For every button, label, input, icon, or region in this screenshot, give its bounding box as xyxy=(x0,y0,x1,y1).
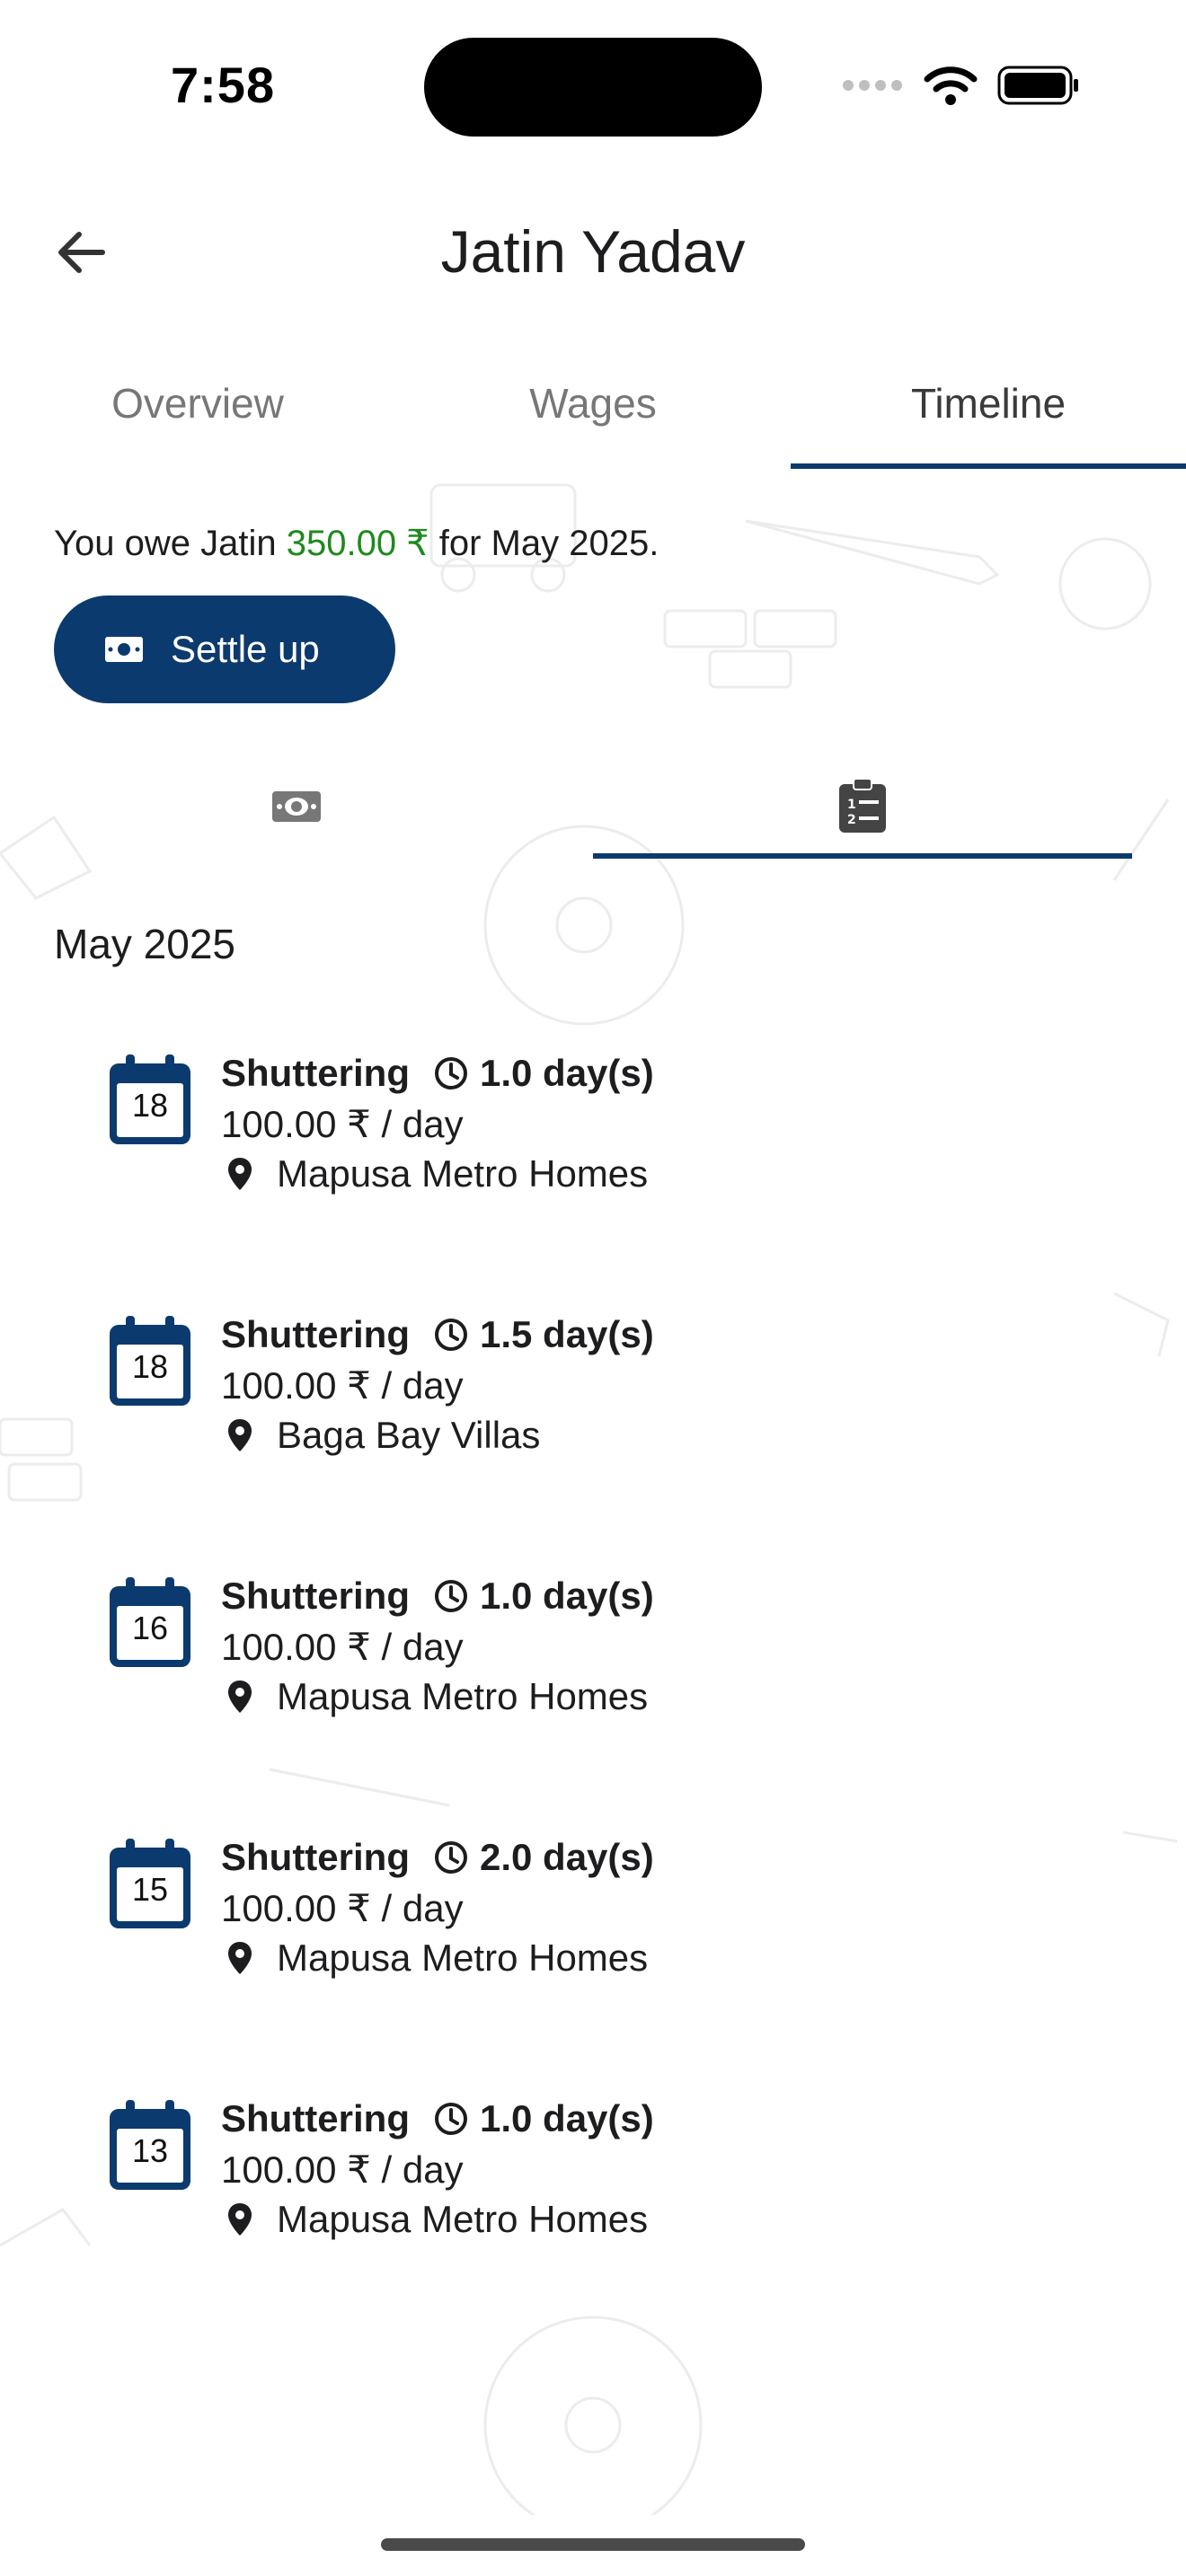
summary-prefix: You owe Jatin xyxy=(54,524,287,563)
svg-text:1: 1 xyxy=(847,798,856,812)
location-pin-icon xyxy=(228,1158,252,1190)
location-pin-icon xyxy=(228,2203,252,2236)
settle-up-label: Settle up xyxy=(171,628,320,670)
clock-icon xyxy=(434,1580,467,1612)
entry-date: 16 xyxy=(131,1610,169,1646)
site-name: Mapusa Metro Homes xyxy=(277,1675,649,1717)
subtab-payments[interactable] xyxy=(0,754,593,859)
entry-date: 13 xyxy=(131,2132,169,2169)
work-duration: 1.0 day(s) xyxy=(479,1052,654,1094)
battery-icon xyxy=(997,66,1078,105)
dynamic-island xyxy=(424,38,762,137)
work-duration: 2.0 day(s) xyxy=(479,1836,654,1878)
status-icons xyxy=(841,65,1080,106)
list-item[interactable]: 18 Shuttering 1.0 day(s) 100.00 ₹ / day … xyxy=(108,1047,1096,1227)
cash-icon xyxy=(272,791,321,822)
work-type: Shuttering xyxy=(221,1313,410,1355)
subtab-attendance[interactable]: 1 2 xyxy=(593,754,1132,859)
wage-rate: 100.00 ₹ / day xyxy=(221,1887,464,1929)
list-item[interactable]: 13 Shuttering 1.0 day(s) 100.00 ₹ / day … xyxy=(108,2093,1096,2272)
site-name: Mapusa Metro Homes xyxy=(277,2198,649,2240)
list-item[interactable]: 16 Shuttering 1.0 day(s) 100.00 ₹ / day … xyxy=(108,1570,1096,1750)
clock-icon xyxy=(434,1319,467,1351)
summary-suffix: for May 2025. xyxy=(429,524,659,563)
tab-timeline[interactable]: Timeline xyxy=(791,359,1186,469)
clock-icon xyxy=(434,2103,467,2135)
svg-text:2: 2 xyxy=(847,813,856,827)
cash-icon xyxy=(105,637,143,662)
clipboard-list-icon: 1 2 xyxy=(839,779,886,833)
month-heading: May 2025 xyxy=(54,921,236,967)
wage-rate: 100.00 ₹ / day xyxy=(221,1103,464,1145)
work-type: Shuttering xyxy=(221,1575,410,1617)
site-name: Baga Bay Villas xyxy=(277,1414,541,1456)
clock-icon xyxy=(434,1841,467,1874)
tab-overview[interactable]: Overview xyxy=(0,359,395,469)
entry-date: 18 xyxy=(131,1087,169,1124)
tab-bar: Overview Wages Timeline xyxy=(0,359,1186,469)
list-item[interactable]: 18 Shuttering 1.5 day(s) 100.00 ₹ / day … xyxy=(108,1309,1096,1488)
work-duration: 1.0 day(s) xyxy=(479,2097,654,2139)
site-name: Mapusa Metro Homes xyxy=(277,1152,649,1195)
list-item[interactable]: 15 Shuttering 2.0 day(s) 100.00 ₹ / day … xyxy=(108,1831,1096,2011)
entry-date: 18 xyxy=(131,1348,169,1385)
home-indicator[interactable] xyxy=(381,2538,805,2551)
signal-icon xyxy=(843,80,902,91)
balance-summary: You owe Jatin 350.00 ₹ for May 2025. xyxy=(54,523,659,564)
subtab-bar: 1 2 xyxy=(0,754,1186,859)
entry-date: 15 xyxy=(131,1871,169,1908)
tab-wages[interactable]: Wages xyxy=(395,359,791,469)
site-name: Mapusa Metro Homes xyxy=(277,1936,649,1979)
wage-rate: 100.00 ₹ / day xyxy=(221,1626,464,1668)
page-title: Jatin Yadav xyxy=(440,218,746,285)
work-duration: 1.5 day(s) xyxy=(479,1313,654,1355)
settle-up-button[interactable]: Settle up xyxy=(54,595,395,703)
work-type: Shuttering xyxy=(221,1052,410,1094)
location-pin-icon xyxy=(228,1681,252,1713)
clock-icon xyxy=(434,1057,467,1090)
work-type: Shuttering xyxy=(221,2097,410,2139)
status-time: 7:58 xyxy=(171,57,276,113)
wage-rate: 100.00 ₹ / day xyxy=(221,1364,464,1407)
wifi-icon xyxy=(924,66,978,105)
owed-amount: 350.00 ₹ xyxy=(286,524,429,563)
work-type: Shuttering xyxy=(221,1836,410,1878)
work-duration: 1.0 day(s) xyxy=(479,1575,654,1617)
status-bar: 7:58 xyxy=(0,0,1186,171)
wage-rate: 100.00 ₹ / day xyxy=(221,2148,464,2191)
location-pin-icon xyxy=(228,1419,252,1451)
header: Jatin Yadav xyxy=(0,198,1186,305)
location-pin-icon xyxy=(228,1942,252,1974)
